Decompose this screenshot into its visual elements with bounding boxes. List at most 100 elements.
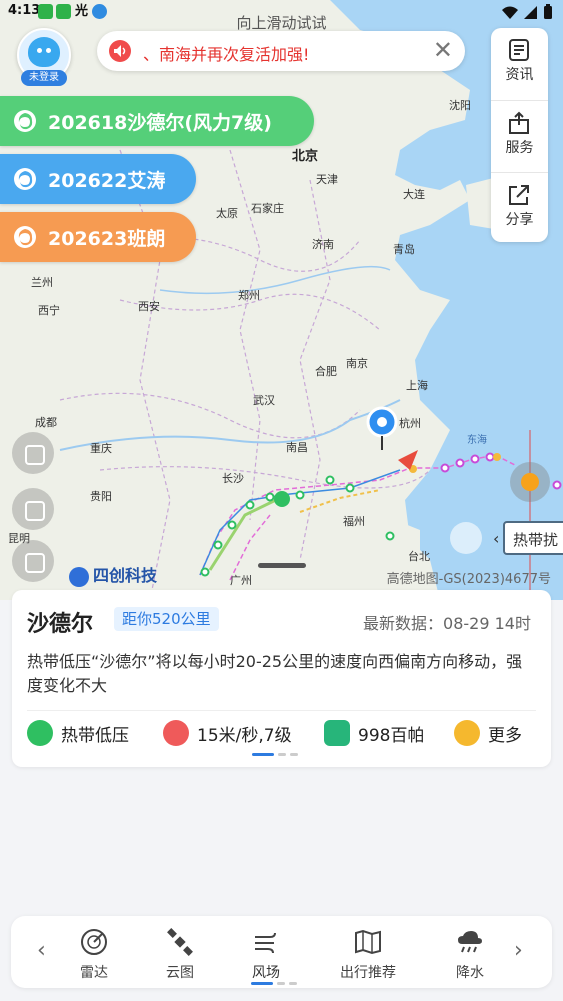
city-label: 大连 — [403, 188, 425, 201]
chevron-right-icon[interactable]: › — [514, 938, 523, 963]
nav-label: 云图 — [166, 965, 194, 981]
typhoon-description: 热带低压“沙德尔”将以每小时20-25公里的速度向西偏南方向移动，强度变化不大 — [27, 652, 523, 695]
measure-button[interactable] — [12, 540, 54, 582]
city-label: 长沙 — [222, 472, 244, 485]
city-label: 北京 — [292, 149, 319, 164]
typhoon-info-card[interactable]: 沙德尔 距你520公里 最新数据：08-29 14时 热带低压“沙德尔”将以每小… — [12, 590, 551, 767]
intensity-icon — [27, 720, 53, 746]
city-label: 杭州 — [399, 417, 421, 430]
map-credit: 高德地图-GS(2023)4677号 — [386, 572, 551, 587]
nav-label: 降水 — [456, 965, 484, 981]
close-icon[interactable]: ✕ — [433, 37, 453, 63]
brand-logo: 四创科技 — [69, 562, 157, 587]
notice-banner[interactable]: 、南海并再次复活加强! ✕ — [97, 31, 465, 71]
rain-icon — [458, 931, 482, 953]
city-label: 成都 — [35, 416, 57, 429]
stat-label: 更多 — [488, 725, 522, 746]
news-icon — [509, 39, 529, 61]
map-base — [0, 0, 563, 600]
city-label: 广州 — [230, 574, 252, 587]
map-icon — [355, 929, 381, 955]
speaker-icon — [109, 40, 131, 62]
nav-travel[interactable]: 出行推荐 — [330, 924, 406, 984]
typhoon-chip-label: 202618沙德尔(风力7级) — [48, 111, 272, 134]
stat-label: 998百帕 — [358, 725, 425, 746]
nav-radar[interactable]: 雷达 — [56, 924, 132, 984]
pressure-stat: 998百帕 — [324, 718, 424, 748]
city-label: 重庆 — [90, 442, 112, 455]
more-icon — [454, 720, 480, 746]
intensity-stat: 热带低压 — [27, 718, 129, 748]
nav-label: 风场 — [252, 965, 280, 981]
update-time: 最新数据：08-29 14时 — [363, 614, 531, 633]
drag-handle[interactable] — [258, 563, 306, 568]
layer-button[interactable] — [12, 432, 54, 474]
service-button[interactable]: 服务 — [491, 100, 548, 170]
city-label: 西宁 — [38, 304, 60, 317]
pressure-icon — [324, 720, 350, 746]
city-label: 福州 — [343, 515, 365, 528]
city-label: 石家庄 — [251, 202, 284, 215]
city-label: 武汉 — [253, 394, 275, 407]
city-label: 台北 — [408, 550, 430, 563]
city-label: 上海 — [406, 379, 428, 392]
news-button[interactable]: 资讯 — [491, 28, 548, 98]
typhoon-icon — [14, 226, 36, 248]
wind-speed-stat: 15米/秒,7级 — [163, 718, 292, 748]
wind-icon — [163, 720, 189, 746]
divider — [27, 710, 536, 711]
tool-label: 资讯 — [505, 67, 534, 83]
bottom-nav: ‹ 雷达 云图 风场 出行推荐 降水 › — [11, 916, 552, 988]
nav-indicator — [251, 982, 297, 985]
nav-label: 出行推荐 — [340, 965, 396, 981]
tropical-disturbance-icon[interactable] — [450, 522, 482, 554]
typhoon-icon — [14, 110, 36, 132]
service-icon — [509, 111, 529, 134]
typhoon-chip-label: 202622艾涛 — [48, 169, 166, 192]
typhoon-chip-label: 202623班朗 — [48, 227, 166, 250]
city-label: 南昌 — [286, 441, 308, 454]
nav-precipitation[interactable]: 降水 — [432, 924, 508, 984]
page-indicator — [252, 753, 298, 756]
typhoon-chip-3[interactable]: 202623班朗 — [0, 212, 196, 262]
nav-label: 雷达 — [80, 965, 108, 981]
typhoon-icon — [14, 168, 36, 190]
satellite-icon — [167, 928, 193, 956]
notice-text: 、南海并再次复活加强! — [143, 45, 310, 64]
typhoon-chip-2[interactable]: 202622艾涛 — [0, 154, 196, 204]
stat-label: 15米/秒,7级 — [197, 725, 292, 746]
radar-icon — [81, 929, 107, 955]
tool-label: 服务 — [505, 140, 534, 156]
tool-label: 分享 — [505, 212, 534, 228]
city-label: 青岛 — [393, 243, 415, 256]
share-icon — [509, 185, 529, 205]
typhoon-chip-1[interactable]: 202618沙德尔(风力7级) — [0, 96, 314, 146]
city-label: 郑州 — [238, 289, 260, 302]
nav-satellite[interactable]: 云图 — [142, 924, 218, 984]
city-label: 太原 — [216, 207, 238, 220]
city-label: 济南 — [312, 238, 334, 251]
avatar[interactable]: 未登录 — [17, 28, 71, 86]
city-label: 西安 — [138, 300, 160, 313]
login-status-tag: 未登录 — [21, 70, 67, 86]
city-label: 兰州 — [31, 276, 53, 289]
city-label: 南京 — [346, 357, 368, 370]
share-button[interactable]: 分享 — [491, 172, 548, 242]
city-label: 天津 — [316, 173, 338, 186]
distance-badge: 距你520公里 — [114, 607, 219, 631]
city-label: 沈阳 — [449, 99, 471, 112]
city-label: 贵阳 — [90, 490, 112, 503]
tool-panel: 资讯 服务 分享 — [491, 28, 548, 242]
city-label: 合肥 — [315, 365, 337, 378]
chevron-left-icon: ‹ — [493, 529, 500, 548]
chevron-left-icon[interactable]: ‹ — [37, 938, 46, 963]
locate-button[interactable] — [12, 488, 54, 530]
typhoon-map[interactable]: 沈阳 北京 天津 大连 太原 石家庄 济南 青岛 兰州 西宁 郑州 西安 南京 … — [0, 0, 563, 600]
typhoon-name: 沙德尔 — [27, 612, 94, 637]
swipe-hint: 向上滑动试试 — [236, 14, 327, 32]
tropical-disturbance-label[interactable]: 热带扰 — [503, 521, 563, 555]
nav-wind[interactable]: 风场 — [228, 924, 304, 984]
warning-marker[interactable] — [510, 462, 550, 502]
more-button[interactable]: 更多 — [454, 718, 522, 748]
stat-label: 热带低压 — [61, 725, 129, 746]
